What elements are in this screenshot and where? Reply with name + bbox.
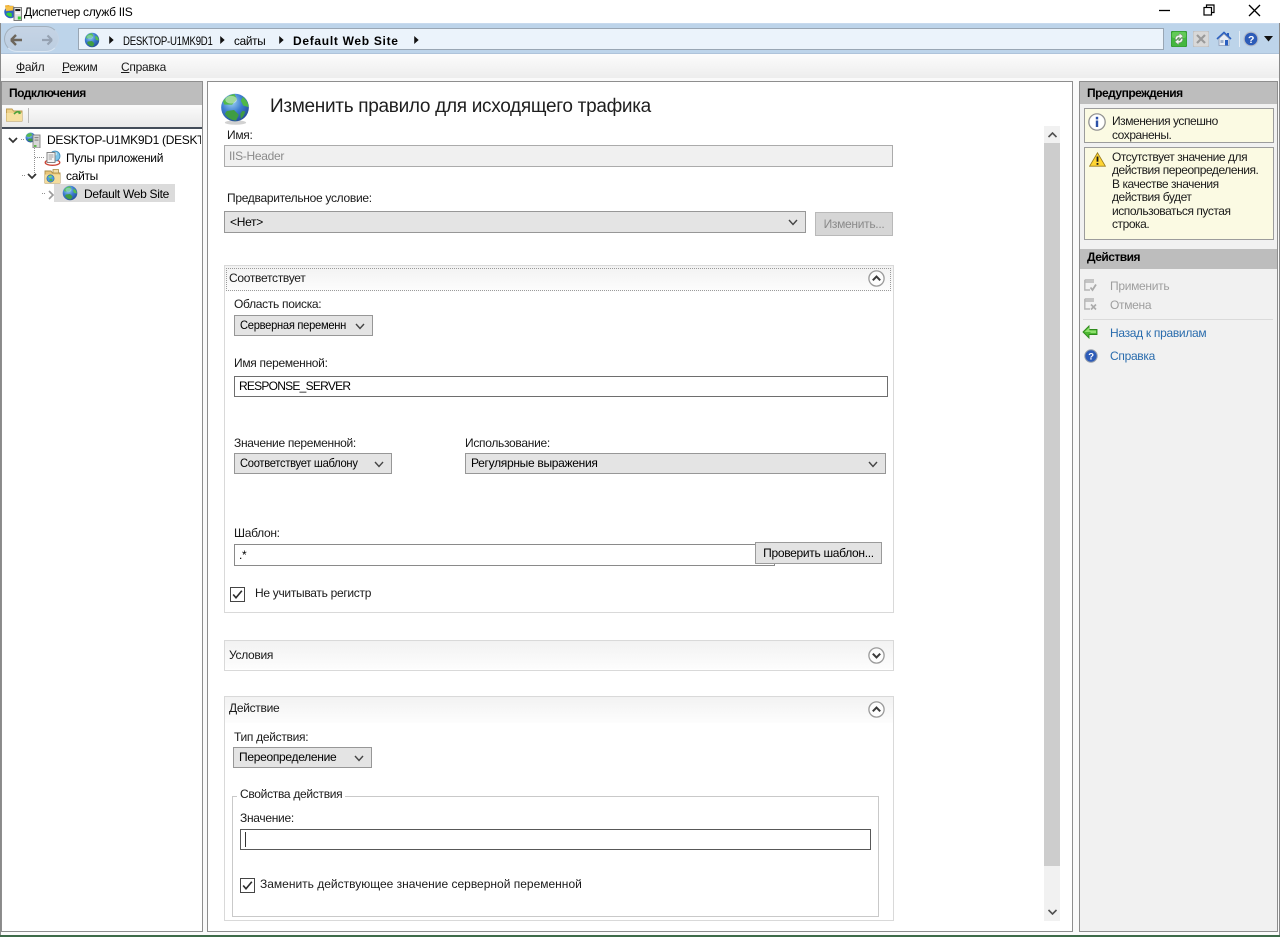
- svg-text:?: ?: [1248, 34, 1254, 46]
